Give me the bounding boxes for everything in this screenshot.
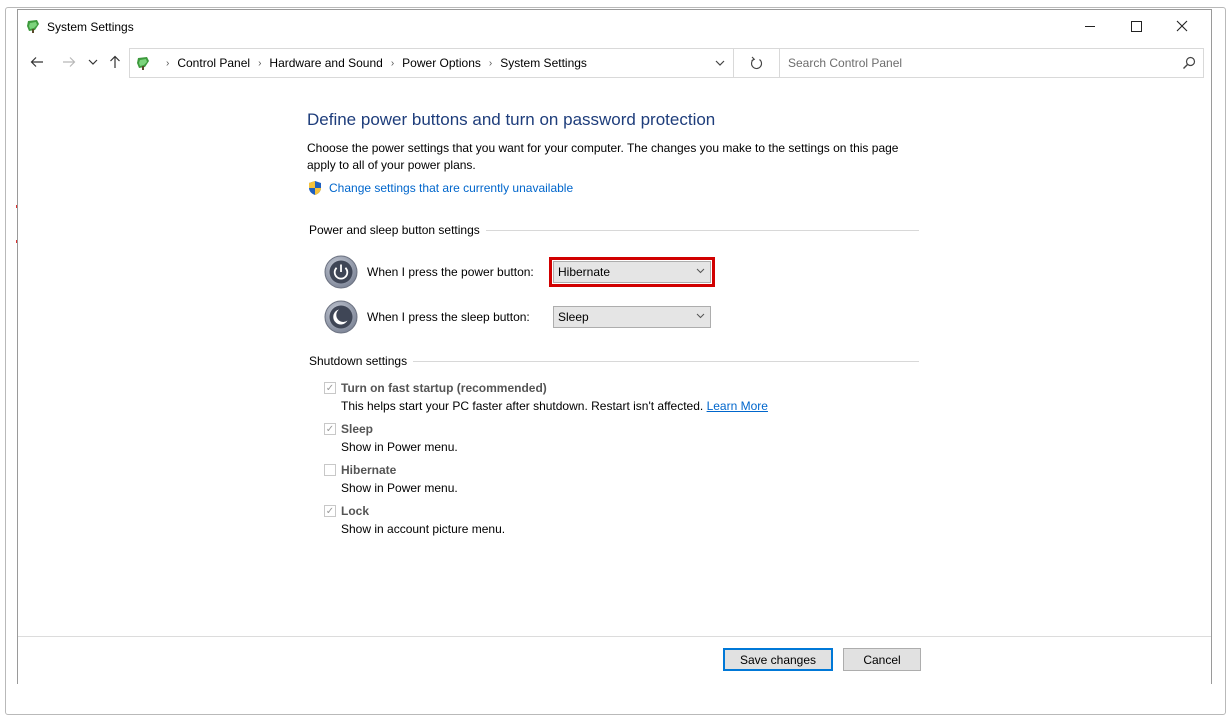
navigation-bar: › Control Panel › Hardware and Sound › P… (18, 42, 1211, 82)
address-bar[interactable]: › Control Panel › Hardware and Sound › P… (129, 48, 734, 78)
change-settings-link-text[interactable]: Change settings that are currently unava… (329, 181, 573, 195)
lock-option-description: Show in account picture menu. (341, 522, 506, 536)
forward-arrow-icon (63, 57, 76, 67)
sleep-checkbox[interactable]: ✓ (324, 423, 336, 435)
power-button-action-value: Hibernate (558, 265, 611, 279)
footer-bar: Save changes Cancel (18, 636, 1211, 684)
breadcrumb-separator[interactable]: › (489, 58, 492, 69)
power-button-label: When I press the power button: (367, 265, 534, 279)
recent-locations-button[interactable] (86, 52, 100, 72)
sleep-button-label: When I press the sleep button: (367, 310, 530, 324)
sleep-button-action-value: Sleep (558, 310, 589, 324)
fast-startup-desc-text: This helps start your PC faster after sh… (341, 399, 704, 413)
checkmark-icon: ✓ (325, 423, 335, 435)
control-panel-icon (137, 57, 149, 70)
group-divider (485, 229, 919, 231)
hibernate-option-description: Show in Power menu. (341, 481, 458, 495)
sleep-option-description: Show in Power menu. (341, 440, 458, 454)
back-button[interactable] (26, 52, 48, 72)
power-sleep-group-label: Power and sleep button settings (309, 223, 480, 237)
back-arrow-icon (30, 57, 43, 67)
breadcrumb-separator[interactable]: › (258, 58, 261, 69)
sleep-button-action-select[interactable]: Sleep (553, 306, 711, 328)
power-button-action-select[interactable]: Hibernate (549, 257, 715, 287)
shutdown-group-label: Shutdown settings (309, 354, 408, 368)
up-button[interactable] (106, 52, 124, 72)
change-settings-link[interactable]: Change settings that are currently unava… (307, 180, 573, 196)
hibernate-option-title: Hibernate (341, 463, 397, 477)
fast-startup-title: Turn on fast startup (recommended) (341, 381, 547, 395)
fast-startup-description: This helps start your PC faster after sh… (341, 399, 768, 413)
power-sleep-group-header: Power and sleep button settings (309, 223, 919, 237)
breadcrumb-control-panel[interactable]: Control Panel (177, 56, 250, 70)
power-icon (324, 255, 358, 289)
uac-shield-icon (309, 181, 321, 195)
minimize-button[interactable] (1067, 10, 1113, 42)
system-settings-window: System Settings › Control Panel › Hardwa… (17, 9, 1212, 684)
chevron-down-icon (715, 60, 725, 66)
refresh-icon (750, 56, 763, 70)
lock-option-title: Lock (341, 504, 370, 518)
breadcrumb-separator: › (166, 57, 170, 69)
refresh-button[interactable] (734, 48, 780, 78)
maximize-button[interactable] (1113, 10, 1159, 42)
window-title: System Settings (47, 20, 134, 34)
address-dropdown-button[interactable] (707, 49, 733, 77)
control-panel-icon (27, 20, 39, 33)
up-arrow-icon (110, 55, 120, 68)
cancel-button[interactable]: Cancel (843, 648, 921, 671)
sleep-option: ✓ Sleep Show in Power menu. (324, 422, 458, 454)
fast-startup-option: ✓ Turn on fast startup (recommended) Thi… (324, 381, 768, 413)
sleep-option-title: Sleep (341, 422, 374, 436)
lock-checkbox[interactable]: ✓ (324, 505, 336, 517)
hibernate-checkbox[interactable] (324, 464, 336, 476)
page-description: Choose the power settings that you want … (307, 141, 899, 172)
close-button[interactable] (1159, 10, 1205, 42)
power-button-row: When I press the power button: Hibernate (324, 255, 715, 289)
sleep-icon (324, 300, 358, 334)
sleep-button-row: When I press the sleep button: Sleep (324, 300, 711, 334)
fast-startup-checkbox[interactable]: ✓ (324, 382, 336, 394)
chevron-down-icon (88, 59, 98, 65)
search-box[interactable] (779, 48, 1204, 78)
hibernate-option: Hibernate Show in Power menu. (324, 463, 458, 495)
breadcrumb-separator[interactable]: › (391, 58, 394, 69)
search-input[interactable] (788, 49, 1168, 77)
breadcrumb-power-options[interactable]: Power Options (402, 56, 481, 70)
learn-more-link[interactable]: Learn More (707, 399, 768, 413)
group-divider (413, 360, 919, 362)
chevron-down-icon (696, 266, 705, 276)
shutdown-group-header: Shutdown settings (309, 354, 919, 368)
page-title: Define power buttons and turn on passwor… (307, 110, 716, 129)
minimize-icon (1085, 25, 1095, 27)
forward-button[interactable] (58, 52, 80, 72)
checkmark-icon: ✓ (325, 382, 335, 394)
breadcrumb-hardware-and-sound[interactable]: Hardware and Sound (269, 56, 382, 70)
save-changes-button[interactable]: Save changes (723, 648, 833, 671)
lock-option: ✓ Lock Show in account picture menu. (324, 504, 505, 536)
maximize-icon (1130, 20, 1142, 32)
breadcrumb-system-settings[interactable]: System Settings (500, 56, 587, 70)
close-icon (1176, 20, 1188, 32)
search-icon (1183, 56, 1196, 69)
title-bar: System Settings (18, 10, 1211, 42)
chevron-down-icon (696, 311, 705, 321)
checkmark-icon: ✓ (325, 505, 335, 517)
breadcrumb: › Control Panel › Hardware and Sound › P… (158, 49, 587, 77)
